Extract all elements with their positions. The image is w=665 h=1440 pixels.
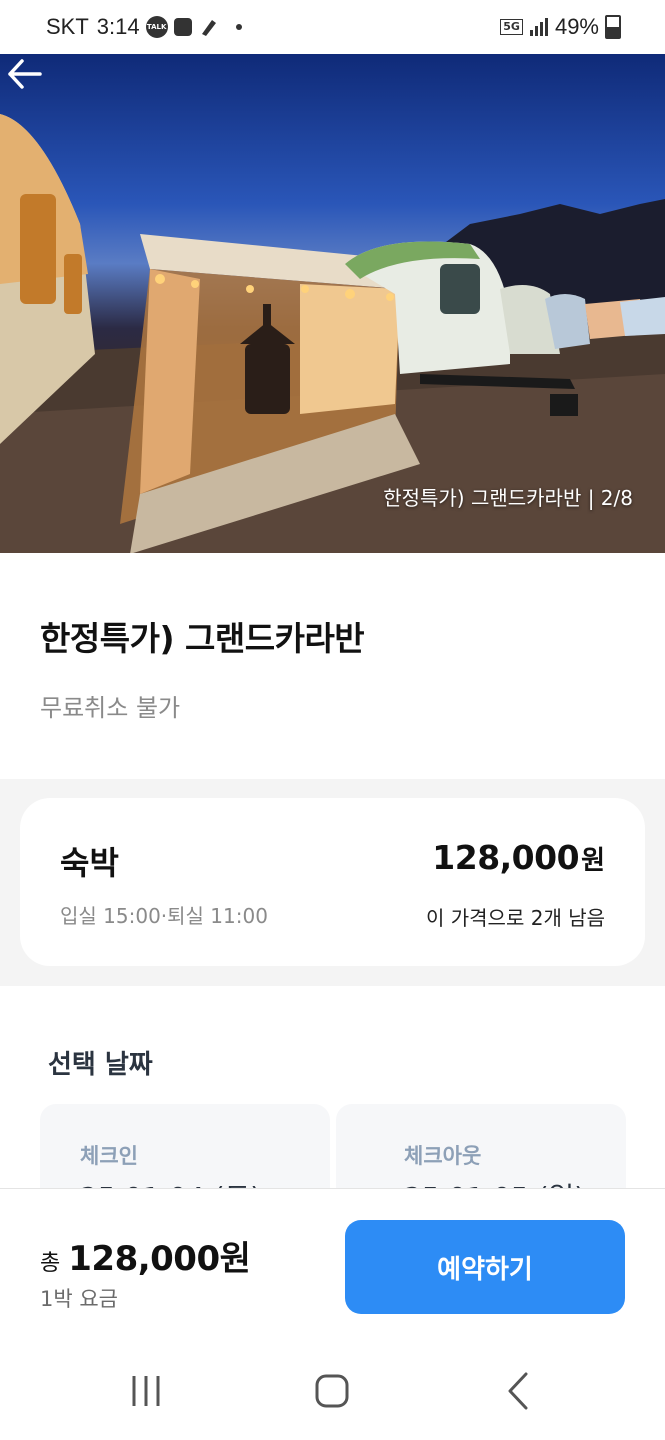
battery-percent: 49% [554, 14, 599, 39]
reserve-button[interactable]: 예약하기 [345, 1220, 625, 1314]
home-icon[interactable] [307, 1366, 357, 1416]
checkin-label: 체크인 [80, 1144, 138, 1168]
signal-icon [529, 18, 548, 36]
recent-apps-icon[interactable] [121, 1366, 171, 1416]
back-chevron-icon[interactable] [494, 1366, 544, 1416]
status-bar: SKT 3:14 TALK 5G 49% [0, 0, 665, 54]
price-card[interactable]: 숙박 입실 15:00·퇴실 11:00 128,000 원 이 가격으로 2개… [20, 798, 645, 966]
clock: 3:14 [96, 14, 140, 39]
room-title: 한정특가) 그랜드카라반 [40, 619, 365, 658]
price-section: 숙박 입실 15:00·퇴실 11:00 128,000 원 이 가격으로 2개… [0, 779, 665, 986]
total-amount: 128,000원 [68, 1239, 251, 1279]
battery-icon [605, 15, 621, 39]
photo-caption: 한정특가) 그랜드카라반 | 2/8 [383, 486, 633, 510]
stay-type-label: 숙박 [60, 844, 119, 882]
back-arrow-icon[interactable] [0, 54, 50, 94]
status-right: 5G 49% [500, 14, 621, 40]
remaining-count: 이 가격으로 2개 남음 [426, 906, 605, 930]
check-times: 입실 15:00·퇴실 11:00 [60, 904, 268, 928]
price-amount: 128,000 [432, 838, 580, 877]
checkout-label: 체크아웃 [404, 1144, 482, 1168]
selected-dates-title: 선택 날짜 [48, 1050, 153, 1080]
status-left: SKT 3:14 TALK [46, 14, 242, 40]
carrier-label: SKT [46, 14, 89, 39]
more-notifications-dot [235, 24, 242, 30]
total-price: 총 128,000원 [40, 1231, 251, 1280]
cancel-policy: 무료취소 불가 [40, 694, 181, 722]
network-type-icon: 5G [500, 19, 523, 35]
kakaotalk-icon: TALK [145, 16, 168, 38]
system-nav-bar [0, 1336, 665, 1440]
booking-bar: 총 128,000원 1박 요금 예약하기 [0, 1188, 665, 1337]
pen-notification-icon [201, 20, 216, 36]
price: 128,000 원 [432, 838, 605, 877]
per-night-label: 1박 요금 [40, 1287, 118, 1311]
total-prefix: 총 [40, 1251, 61, 1276]
price-unit: 원 [581, 846, 605, 876]
room-photo[interactable]: 한정특가) 그랜드카라반 | 2/8 [0, 54, 665, 553]
shopping-bag-icon [173, 18, 192, 36]
campsite-illustration [0, 114, 665, 553]
